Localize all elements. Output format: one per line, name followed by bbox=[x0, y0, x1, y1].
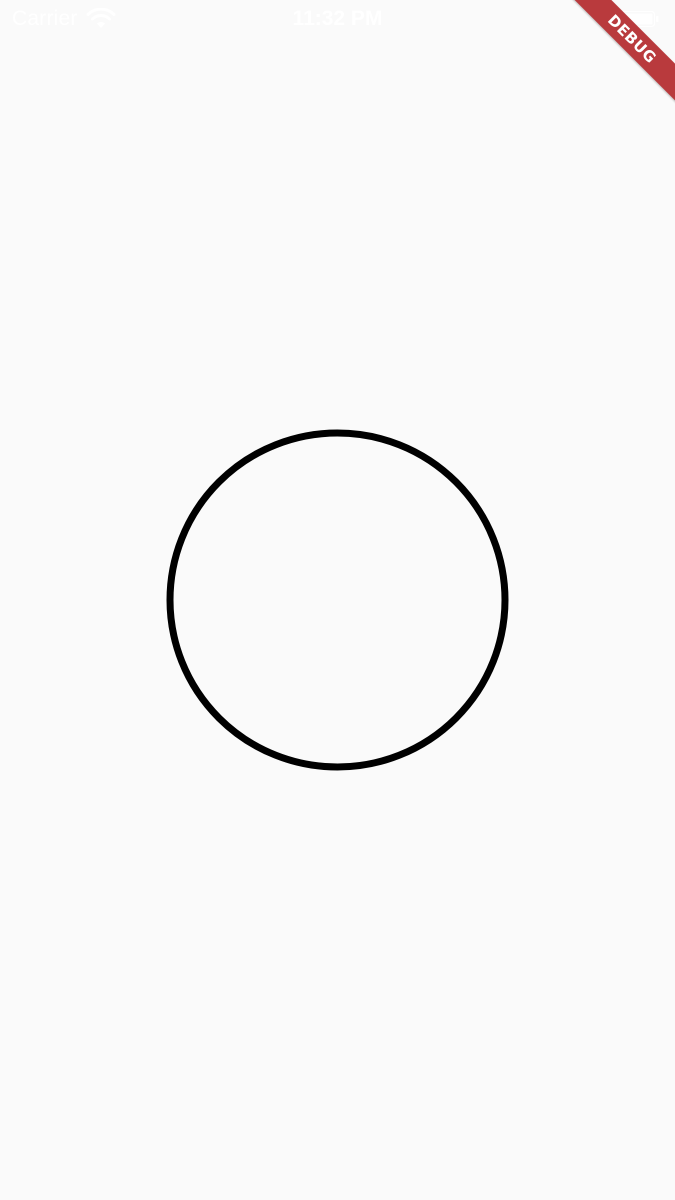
battery-icon bbox=[621, 11, 659, 27]
status-time: 11:32 PM bbox=[292, 7, 383, 30]
circle-outline bbox=[166, 429, 509, 771]
circle-container bbox=[166, 429, 509, 771]
app-screen: Carrier 11:32 PM DEBUG bbox=[0, 0, 675, 1200]
status-bar: Carrier 11:32 PM bbox=[0, 0, 675, 40]
